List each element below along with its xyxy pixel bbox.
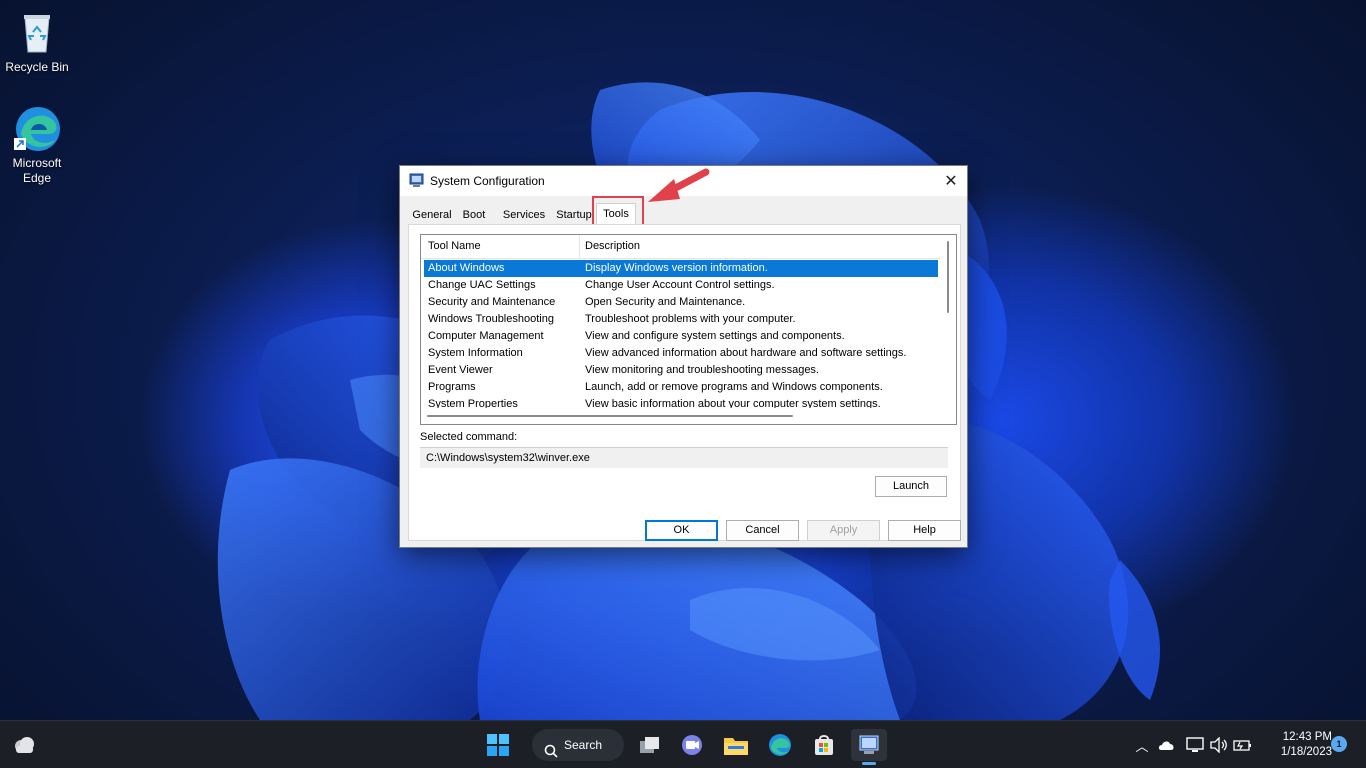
weather-widget[interactable]: [6, 729, 42, 761]
table-row[interactable]: Windows Troubleshooting Troubleshoot prob…: [421, 311, 941, 328]
row-tool-name: About Windows: [428, 262, 505, 274]
task-view-icon: [640, 737, 659, 753]
table-row[interactable]: Event Viewer View monitoring and troubles…: [421, 362, 941, 379]
microsoft-store-icon: [815, 735, 833, 755]
system-configuration-taskbar-button[interactable]: [851, 729, 887, 761]
table-row[interactable]: Programs Launch, add or remove programs a…: [421, 379, 941, 396]
row-description: Display Windows version information.: [585, 262, 768, 274]
battery-icon: [1233, 740, 1251, 751]
volume-tray[interactable]: [1208, 729, 1230, 761]
ok-button[interactable]: OK: [645, 520, 718, 541]
apply-button[interactable]: Apply: [807, 520, 880, 541]
tools-pane: Tool Name Description About Windows Displ…: [408, 224, 961, 541]
row-description: Troubleshoot problems with your computer…: [585, 313, 796, 325]
dialog-title: System Configuration: [430, 174, 545, 188]
desktop-icon-label: Microsoft Edge: [12, 156, 62, 185]
battery-tray[interactable]: [1232, 729, 1254, 761]
taskbar-search[interactable]: Search: [532, 729, 624, 761]
edge-icon: [13, 104, 61, 152]
network-tray[interactable]: [1184, 729, 1206, 761]
row-tool-name: Windows Troubleshooting: [428, 313, 554, 325]
tab-services[interactable]: Services: [502, 207, 546, 225]
help-button[interactable]: Help: [888, 520, 961, 541]
system-configuration-dialog: System Configuration ✕ General Boot Serv…: [399, 165, 968, 548]
row-description: View advanced information about hardware…: [585, 347, 907, 359]
selected-command-label: Selected command:: [420, 431, 518, 443]
clock-date: 1/18/2023: [1280, 746, 1332, 758]
selected-command-field[interactable]: C:\Windows\system32\winver.exe: [420, 447, 948, 468]
windows-start-icon: [487, 734, 509, 756]
store-button[interactable]: [806, 729, 842, 761]
row-tool-name: Security and Maintenance: [428, 296, 556, 308]
active-app-indicator: [862, 762, 876, 765]
horizontal-scrollbar[interactable]: [421, 408, 941, 424]
table-row[interactable]: About Windows Display Windows version inf…: [424, 260, 938, 277]
show-hidden-icons-button[interactable]: ︿: [1132, 729, 1152, 761]
search-label: Search: [564, 738, 603, 752]
tools-listview[interactable]: Tool Name Description About Windows Displ…: [420, 234, 957, 425]
launch-button[interactable]: Launch: [875, 476, 947, 497]
row-description: View and configure system settings and c…: [585, 330, 845, 342]
clock-time: 12:43 PM: [1282, 731, 1332, 743]
row-tool-name: System Information: [428, 347, 523, 359]
tab-boot[interactable]: Boot: [458, 207, 490, 225]
task-view-button[interactable]: [632, 729, 668, 761]
cancel-button[interactable]: Cancel: [726, 520, 799, 541]
teams-chat-icon: [682, 735, 702, 755]
taskbar-clock[interactable]: 12:43 PM 1/18/2023: [1260, 730, 1332, 760]
desktop-icon-edge[interactable]: Microsoft Edge: [0, 104, 74, 186]
table-row[interactable]: Change UAC Settings Change User Account C…: [421, 277, 941, 294]
file-explorer-button[interactable]: [718, 729, 754, 761]
row-tool-name: Computer Management: [428, 330, 544, 342]
close-icon[interactable]: ✕: [935, 166, 967, 196]
table-row[interactable]: Computer Management View and configure sy…: [421, 328, 941, 345]
chevron-up-icon: ︿: [1135, 738, 1149, 754]
start-button[interactable]: [480, 729, 516, 761]
scrollbar-thumb[interactable]: [947, 241, 949, 313]
msconfig-icon: [409, 173, 424, 188]
scrollbar-thumb[interactable]: [427, 415, 793, 417]
speaker-icon: [1210, 737, 1227, 753]
vertical-scrollbar[interactable]: [940, 235, 956, 409]
row-description: Open Security and Maintenance.: [585, 296, 746, 308]
recycle-bin-icon: [13, 8, 61, 56]
edge-taskbar-button[interactable]: [762, 729, 798, 761]
red-arrow-annotation: [648, 168, 710, 202]
onedrive-cloud-icon: [1158, 741, 1174, 750]
tab-general[interactable]: General: [412, 207, 452, 225]
msconfig-icon: [859, 735, 879, 754]
onedrive-tray[interactable]: [1156, 729, 1178, 761]
column-header-description[interactable]: Description: [585, 240, 640, 252]
tab-startup[interactable]: Startup: [554, 207, 594, 225]
table-row[interactable]: Security and Maintenance Open Security an…: [421, 294, 941, 311]
row-tool-name: Event Viewer: [428, 364, 493, 376]
search-icon: [544, 738, 558, 768]
chat-button[interactable]: [674, 729, 710, 761]
desktop-icon-label: Recycle Bin: [5, 60, 69, 74]
folder-icon: [724, 738, 748, 755]
row-description: View monitoring and troubleshooting mess…: [585, 364, 819, 376]
row-description: Launch, add or remove programs and Windo…: [585, 381, 883, 393]
network-icon: [1186, 737, 1204, 752]
table-row[interactable]: System Information View advanced informat…: [421, 345, 941, 362]
row-tool-name: Programs: [428, 381, 476, 393]
column-separator[interactable]: [579, 235, 580, 259]
notification-badge[interactable]: 1: [1331, 736, 1347, 752]
desktop-icon-recycle-bin[interactable]: Recycle Bin: [0, 8, 74, 75]
cloud-icon: [15, 737, 34, 753]
row-tool-name: Change UAC Settings: [428, 279, 536, 291]
listview-rows: About Windows Display Windows version inf…: [421, 260, 941, 413]
listview-header: Tool Name Description: [421, 235, 941, 259]
row-description: Change User Account Control settings.: [585, 279, 775, 291]
taskbar: Search ︿ 12:43 PM 1/18/2023: [0, 720, 1366, 768]
edge-icon: [769, 734, 791, 756]
column-header-tool-name[interactable]: Tool Name: [428, 240, 481, 252]
